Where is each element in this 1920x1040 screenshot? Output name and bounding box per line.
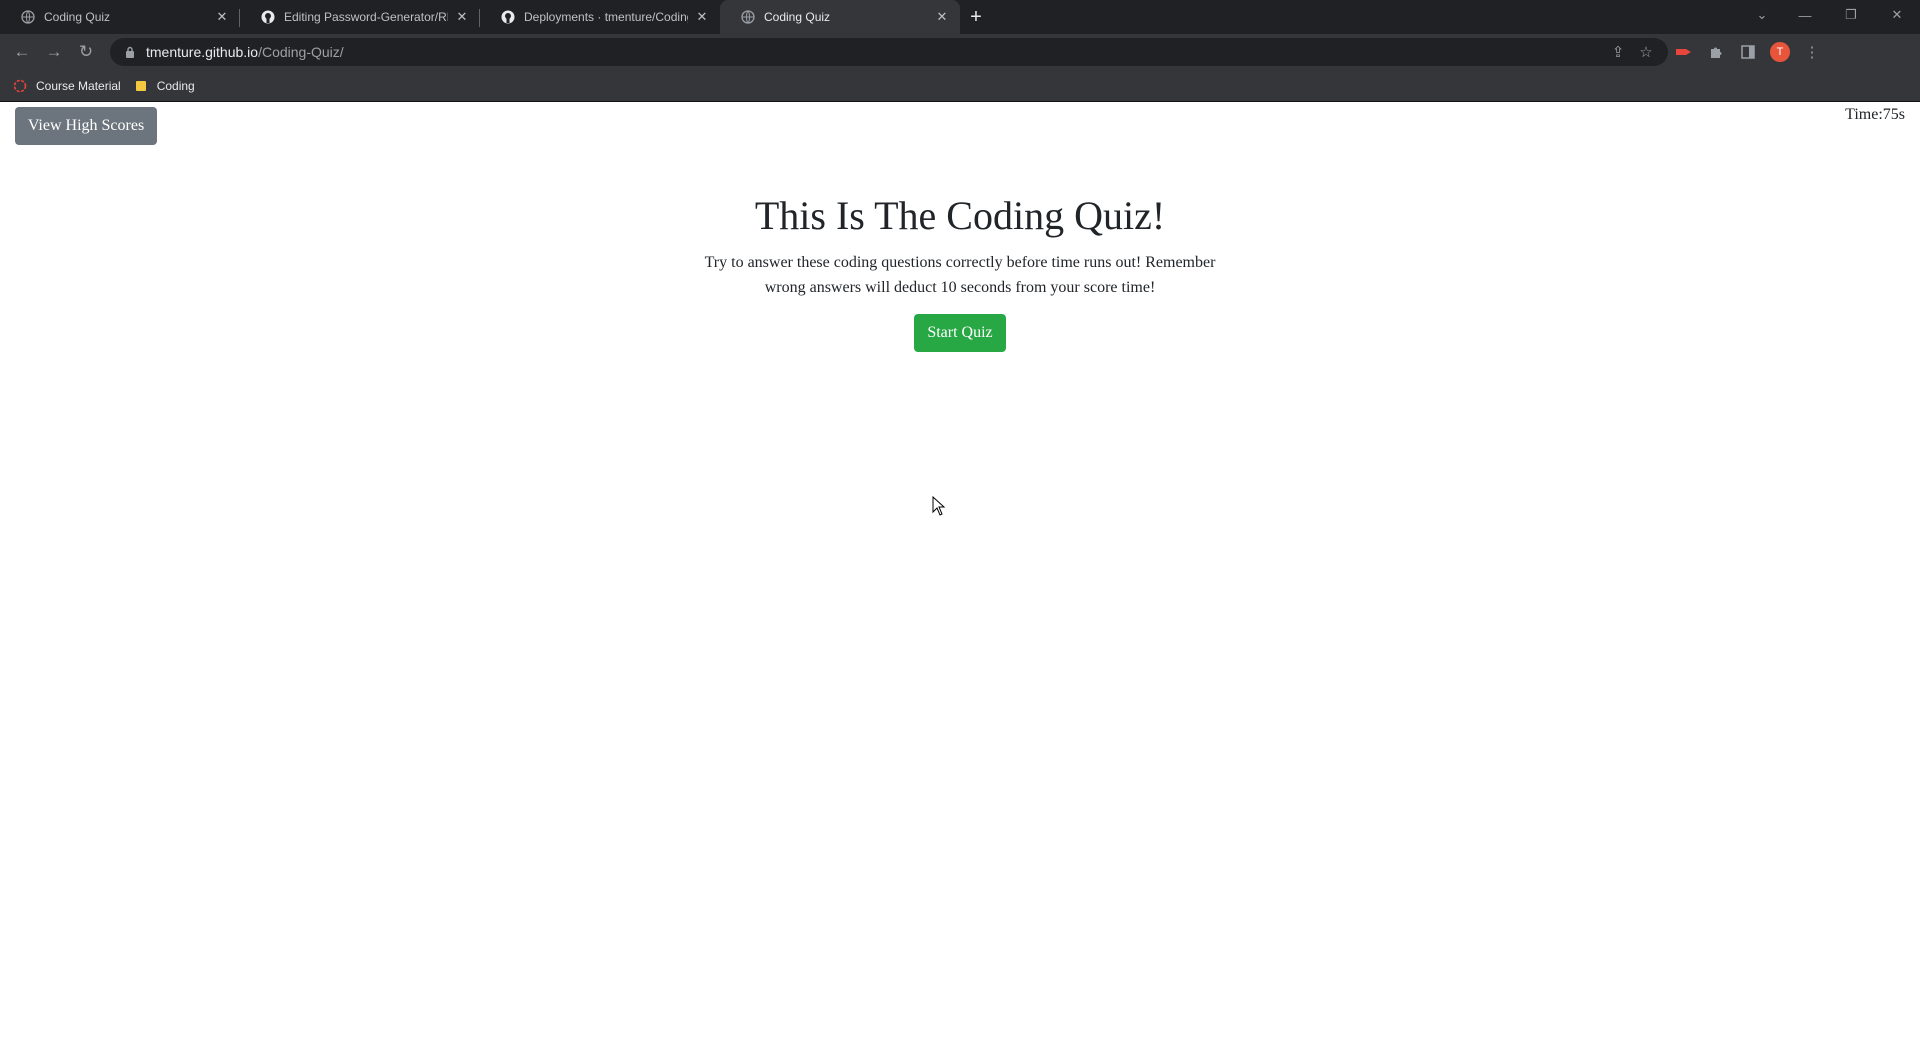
page-title: This Is The Coding Quiz! [754,193,1166,238]
folder-icon [133,78,149,94]
mouse-cursor-icon [932,496,946,516]
globe-icon [20,9,36,25]
minimize-icon[interactable]: — [1782,0,1828,30]
page-content: View High Scores Time: 75s This Is The Co… [0,102,1920,1040]
github-icon [260,9,276,25]
tab-strip: Coding Quiz ✕ Editing Password-Generator… [0,0,1920,34]
close-window-icon[interactable]: ✕ [1874,0,1920,30]
window-controls: ⌄ — ❐ ✕ [1742,0,1920,30]
globe-icon [740,9,756,25]
quiz-description: Try to answer these coding questions cor… [700,250,1220,300]
new-tab-button[interactable]: + [960,0,992,34]
bookmark-coding-folder[interactable]: Coding [129,73,203,99]
tab-title: Deployments · tmenture/Coding [524,10,688,24]
browser-toolbar: ← → ↻ tmenture.github.io/Coding-Quiz/ ⇪ … [0,34,1920,70]
course-material-icon [12,78,28,94]
url-domain: tmenture.github.io [146,44,259,60]
tab-search-icon[interactable]: ⌄ [1742,0,1782,30]
description-line: Try to answer these coding questions cor… [704,254,1216,271]
view-high-scores-button[interactable]: View High Scores [15,107,157,145]
tab-title: Editing Password-Generator/RE [284,10,448,24]
bookmark-course-material[interactable]: Course Material [8,73,129,99]
reload-icon[interactable]: ↻ [70,36,102,68]
bookmark-star-icon[interactable]: ☆ [1632,38,1660,66]
profile-button[interactable]: T [1764,36,1796,68]
tab-title: Coding Quiz [44,10,111,24]
close-icon[interactable]: ✕ [454,9,470,25]
url-path: /Coding-Quiz/ [258,44,344,60]
description-line: wrong answers will deduct 10 seconds fro… [764,279,1156,296]
bookmarks-bar: Course Material Coding [0,70,1920,102]
lock-icon[interactable] [122,44,138,60]
tab-title: Coding Quiz [764,10,831,24]
bookmark-label: Coding [156,78,195,93]
extension-red-icon[interactable] [1668,36,1700,68]
tab-editing-password-generator[interactable]: Editing Password-Generator/RE ✕ [240,0,480,34]
side-panel-icon[interactable] [1732,36,1764,68]
share-icon[interactable]: ⇪ [1604,38,1632,66]
back-icon[interactable]: ← [6,36,38,68]
bookmark-label: Course Material [36,78,121,93]
menu-kebab-icon[interactable]: ⋮ [1796,36,1828,68]
tab-coding-quiz-active[interactable]: Coding Quiz ✕ [720,0,960,34]
tab-coding-quiz-1[interactable]: Coding Quiz ✕ [0,0,240,34]
restore-icon[interactable]: ❐ [1828,0,1874,30]
forward-icon[interactable]: → [38,36,70,68]
timer-label: Time: [1845,106,1883,123]
tab-deployments[interactable]: Deployments · tmenture/Coding ✕ [480,0,720,34]
extensions-puzzle-icon[interactable] [1700,36,1732,68]
start-quiz-button[interactable]: Start Quiz [914,314,1006,352]
avatar: T [1770,42,1790,62]
address-bar[interactable]: tmenture.github.io/Coding-Quiz/ ⇪ ☆ [110,38,1668,66]
close-icon[interactable]: ✕ [694,9,710,25]
close-icon[interactable]: ✕ [214,9,230,25]
timer: Time: 75s [1845,106,1905,124]
timer-value: 75s [1882,106,1905,123]
close-icon[interactable]: ✕ [934,9,950,25]
github-icon [500,9,516,25]
